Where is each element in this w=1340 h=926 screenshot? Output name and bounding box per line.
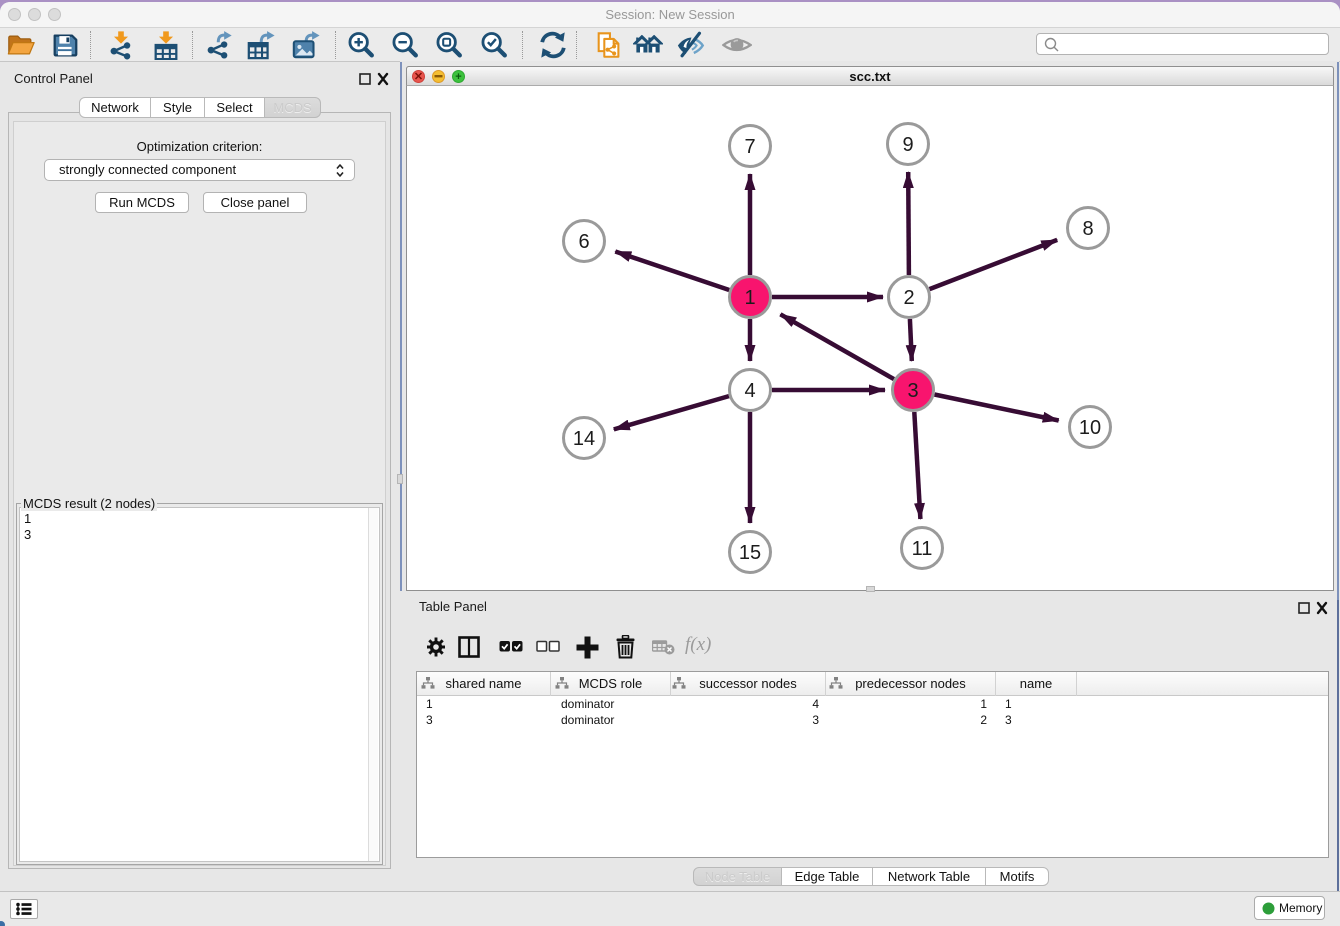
svg-text:14: 14 bbox=[573, 428, 595, 450]
svg-text:9: 9 bbox=[902, 134, 913, 156]
svg-text:3: 3 bbox=[907, 380, 918, 402]
svg-text:11: 11 bbox=[912, 538, 933, 560]
svg-text:8: 8 bbox=[1082, 218, 1093, 240]
svg-text:2: 2 bbox=[903, 287, 914, 309]
svg-text:15: 15 bbox=[739, 542, 761, 564]
svg-text:1: 1 bbox=[744, 287, 755, 309]
svg-text:4: 4 bbox=[744, 380, 755, 402]
svg-text:7: 7 bbox=[744, 136, 755, 158]
svg-text:6: 6 bbox=[578, 231, 589, 253]
svg-text:10: 10 bbox=[1079, 417, 1101, 439]
